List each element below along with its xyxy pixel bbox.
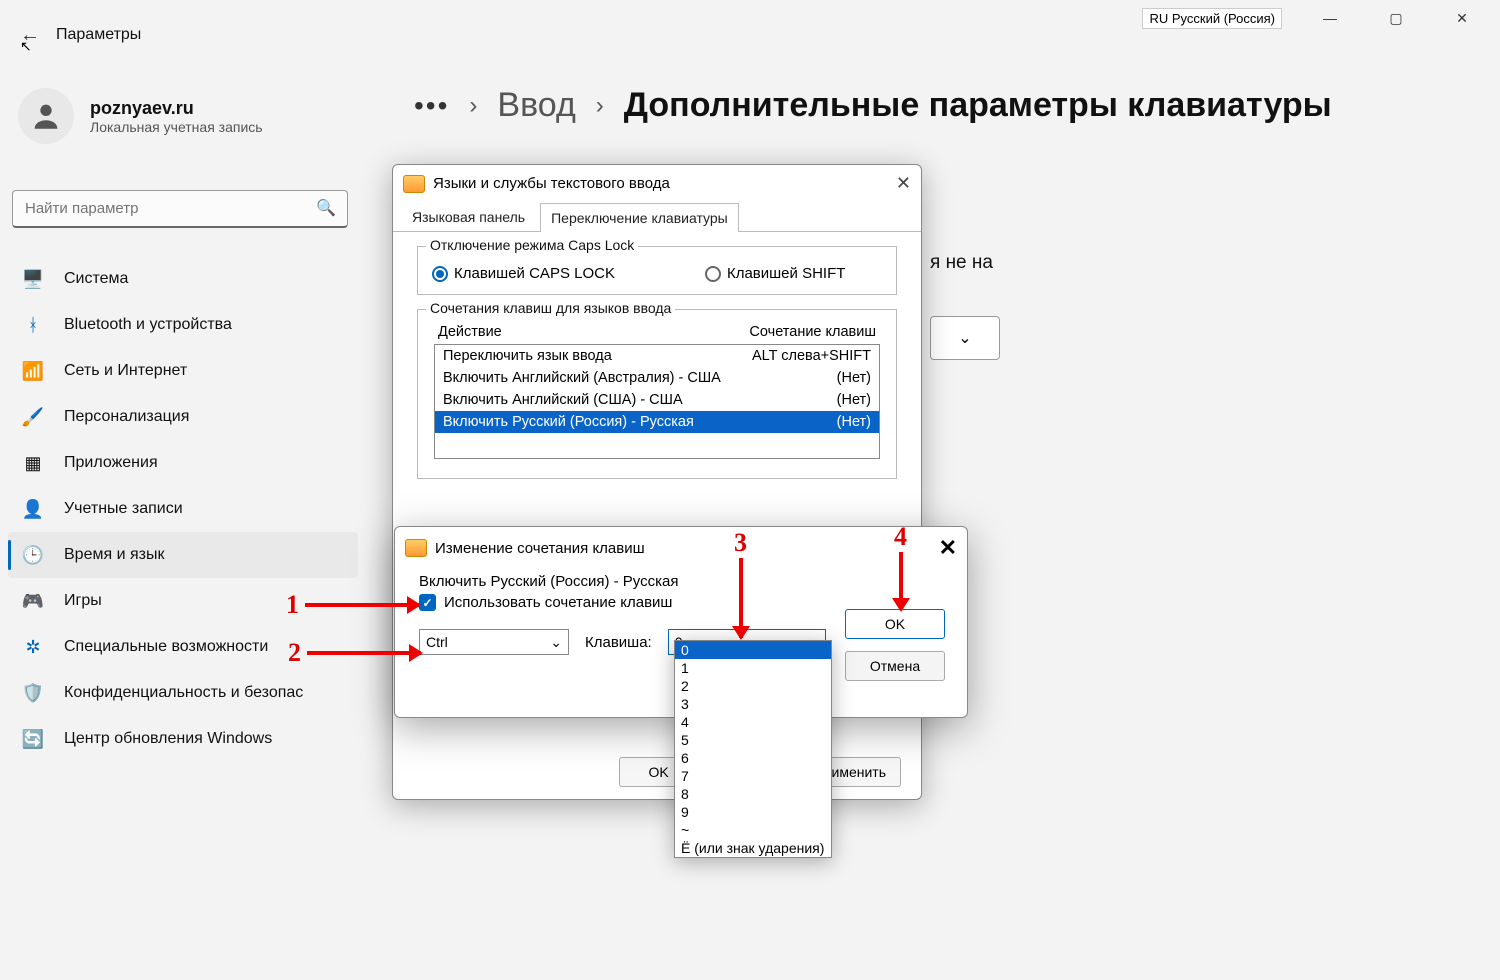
- dropdown-option[interactable]: 0: [675, 641, 831, 659]
- chevron-down-icon: ⌄: [958, 328, 971, 348]
- group-legend: Сочетания клавиш для языков ввода: [426, 300, 675, 316]
- list-item[interactable]: Включить Английский (Австралия) - США(Не…: [435, 367, 879, 389]
- sidebar-item-accounts[interactable]: 👤 Учетные записи: [8, 486, 358, 532]
- avatar-icon: [18, 88, 74, 144]
- sidebar-item-label: Bluetooth и устройства: [64, 316, 232, 334]
- checkbox-use-hotkey[interactable]: ✓: [419, 594, 436, 611]
- expand-button[interactable]: ⌄: [930, 316, 1000, 360]
- chevron-down-icon: ⌄: [550, 634, 562, 651]
- group-hotkeys: Сочетания клавиш для языков ввода Действ…: [417, 309, 897, 479]
- page-title: Дополнительные параметры клавиатуры: [624, 86, 1332, 125]
- gamepad-icon: 🎮: [22, 590, 44, 612]
- close-icon[interactable]: ✕: [1444, 4, 1480, 32]
- breadcrumb-more-icon[interactable]: •••: [414, 90, 449, 122]
- app-title: Параметры: [56, 26, 141, 44]
- sidebar-item-time-language[interactable]: 🕒 Время и язык: [8, 532, 358, 578]
- dialog-title: Изменение сочетания клавиш: [435, 540, 645, 557]
- column-header-keys: Сочетание клавиш: [749, 324, 876, 340]
- group-legend: Отключение режима Caps Lock: [426, 237, 638, 253]
- user-block[interactable]: poznyaev.ru Локальная учетная запись: [18, 88, 263, 144]
- apps-icon: ▦: [22, 452, 44, 474]
- dropdown-option[interactable]: 6: [675, 749, 831, 767]
- sidebar-item-gaming[interactable]: 🎮 Игры: [8, 578, 358, 624]
- combo-key-dropdown[interactable]: 0 1 2 3 4 5 6 7 8 9 ~ Ё (или знак ударен…: [674, 640, 832, 858]
- cursor-icon: ↖: [20, 38, 32, 55]
- dropdown-option[interactable]: 8: [675, 785, 831, 803]
- list-item[interactable]: Включить Английский (США) - США(Нет): [435, 389, 879, 411]
- sidebar-item-bluetooth[interactable]: ᚼ Bluetooth и устройства: [8, 302, 358, 348]
- sidebar-item-personalization[interactable]: 🖌️ Персонализация: [8, 394, 358, 440]
- user-subtitle: Локальная учетная запись: [90, 119, 263, 135]
- dialog-icon: [403, 175, 425, 193]
- dialog-title: Языки и службы текстового ввода: [433, 175, 670, 192]
- sidebar-item-label: Система: [64, 270, 128, 288]
- sidebar-item-accessibility[interactable]: ✲ Специальные возможности: [8, 624, 358, 670]
- close-icon[interactable]: ✕: [939, 535, 957, 561]
- ok-button[interactable]: OK: [845, 609, 945, 639]
- list-item[interactable]: Переключить язык вводаALT слева+SHIFT: [435, 345, 879, 367]
- dialog-subtitle: Включить Русский (Россия) - Русская: [419, 573, 943, 590]
- radio-capslock[interactable]: Клавишей CAPS LOCK: [432, 265, 615, 282]
- key-label: Клавиша:: [585, 634, 652, 651]
- tab-language-bar[interactable]: Языковая панель: [401, 202, 536, 231]
- tab-keyboard-switching[interactable]: Переключение клавиатуры: [540, 203, 739, 232]
- sidebar-item-label: Конфиденциальность и безопас: [64, 684, 303, 702]
- combo-modifier[interactable]: Ctrl ⌄: [419, 629, 569, 655]
- search-input[interactable]: [12, 190, 348, 228]
- language-indicator[interactable]: RU Русский (Россия): [1142, 8, 1282, 29]
- update-icon: 🔄: [22, 728, 44, 750]
- background-text-fragment: я не на: [930, 252, 993, 274]
- sidebar: 🖥️ Система ᚼ Bluetooth и устройства 📶 Сеть …: [8, 256, 358, 762]
- chevron-right-icon: ›: [469, 92, 477, 120]
- wifi-icon: 📶: [22, 360, 44, 382]
- cancel-button[interactable]: Отмена: [845, 651, 945, 681]
- hotkey-listbox[interactable]: Переключить язык вводаALT слева+SHIFT Вк…: [434, 344, 880, 459]
- dropdown-option[interactable]: Ё (или знак ударения): [675, 839, 831, 857]
- dropdown-option[interactable]: 9: [675, 803, 831, 821]
- dialog-icon: [405, 539, 427, 557]
- system-icon: 🖥️: [22, 268, 44, 290]
- group-capslock: Отключение режима Caps Lock Клавишей CAP…: [417, 246, 897, 295]
- dropdown-option[interactable]: 2: [675, 677, 831, 695]
- sidebar-item-label: Игры: [64, 592, 102, 610]
- dropdown-option[interactable]: 4: [675, 713, 831, 731]
- brush-icon: 🖌️: [22, 406, 44, 428]
- accessibility-icon: ✲: [22, 636, 44, 658]
- sidebar-item-system[interactable]: 🖥️ Система: [8, 256, 358, 302]
- sidebar-item-label: Приложения: [64, 454, 158, 472]
- sidebar-item-network[interactable]: 📶 Сеть и Интернет: [8, 348, 358, 394]
- breadcrumb: ••• › Ввод › Дополнительные параметры кл…: [414, 86, 1332, 125]
- maximize-icon[interactable]: ▢: [1378, 4, 1414, 32]
- sidebar-item-label: Персонализация: [64, 408, 189, 426]
- dropdown-option[interactable]: 5: [675, 731, 831, 749]
- list-item-selected[interactable]: Включить Русский (Россия) - Русская(Нет): [435, 411, 879, 433]
- search-icon[interactable]: 🔍: [316, 198, 336, 218]
- dropdown-option[interactable]: 7: [675, 767, 831, 785]
- dropdown-option[interactable]: ~: [675, 821, 831, 839]
- user-name: poznyaev.ru: [90, 98, 263, 119]
- radio-on-icon: [432, 266, 448, 282]
- sidebar-item-label: Время и язык: [64, 546, 164, 564]
- clock-icon: 🕒: [22, 544, 44, 566]
- dropdown-option[interactable]: 1: [675, 659, 831, 677]
- sidebar-item-privacy[interactable]: 🛡️ Конфиденциальность и безопас: [8, 670, 358, 716]
- sidebar-item-label: Центр обновления Windows: [64, 730, 272, 748]
- sidebar-item-label: Специальные возможности: [64, 638, 268, 656]
- sidebar-item-windows-update[interactable]: 🔄 Центр обновления Windows: [8, 716, 358, 762]
- accounts-icon: 👤: [22, 498, 44, 520]
- column-header-action: Действие: [438, 324, 502, 340]
- sidebar-item-apps[interactable]: ▦ Приложения: [8, 440, 358, 486]
- shield-icon: 🛡️: [22, 682, 44, 704]
- sidebar-item-label: Учетные записи: [64, 500, 183, 518]
- checkbox-label: Использовать сочетание клавиш: [444, 594, 672, 611]
- sidebar-item-label: Сеть и Интернет: [64, 362, 187, 380]
- dropdown-option[interactable]: 3: [675, 695, 831, 713]
- minimize-icon[interactable]: —: [1312, 4, 1348, 32]
- bluetooth-icon: ᚼ: [22, 314, 44, 336]
- breadcrumb-level1[interactable]: Ввод: [497, 86, 575, 125]
- radio-off-icon: [705, 266, 721, 282]
- close-icon[interactable]: ✕: [896, 173, 911, 194]
- chevron-right-icon: ›: [596, 92, 604, 120]
- radio-shift[interactable]: Клавишей SHIFT: [705, 265, 845, 282]
